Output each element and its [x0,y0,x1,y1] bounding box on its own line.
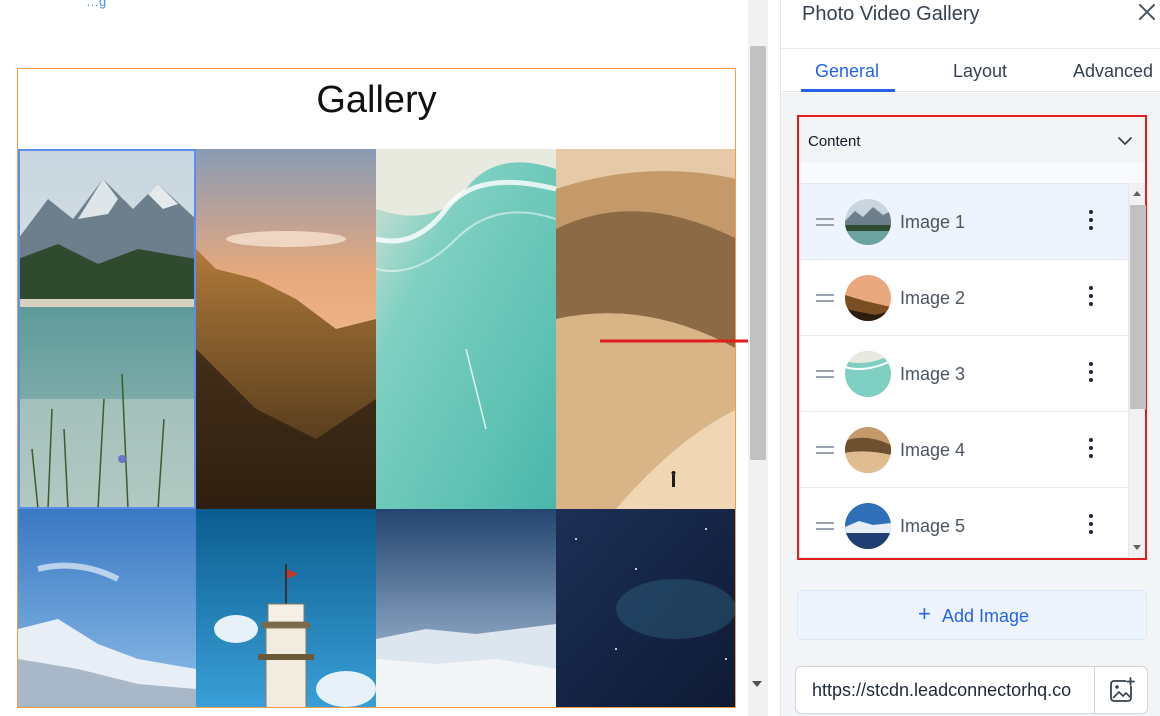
add-image-label: Add Image [942,606,1030,626]
canvas-scroll-thumb[interactable] [750,46,766,460]
tab-general[interactable]: General [815,61,879,82]
drag-handle-icon[interactable] [816,446,834,454]
chevron-down-icon[interactable] [1115,131,1135,151]
image-add-icon [1110,677,1135,702]
list-item[interactable]: Image 2 [800,260,1128,336]
list-scroll-thumb[interactable] [1130,205,1146,409]
panel-title: Photo Video Gallery [802,3,980,25]
gallery-image-arctic-plain[interactable] [376,509,556,707]
drag-handle-icon[interactable] [816,218,834,226]
settings-panel: Photo Video Gallery General Layout Advan… [780,0,1160,716]
content-section-label: Content [808,133,861,150]
drag-handle-icon[interactable] [816,294,834,302]
tab-advanced[interactable]: Advanced [1073,61,1153,82]
image-url-value: https://stcdn.leadconnectorhq.co [812,680,1072,700]
gallery-image-mountain-lake[interactable] [18,149,196,509]
gallery-widget[interactable]: Gallery [17,68,736,708]
panel-gap [768,0,780,716]
drag-handle-icon[interactable] [816,522,834,530]
gallery-image-aerial-beach[interactable] [376,149,556,509]
image-thumbnail [845,427,891,473]
list-item[interactable]: Image 4 [800,412,1128,488]
image-thumbnail [845,351,891,397]
tab-bar: General Layout Advanced [781,48,1160,92]
add-image-button[interactable]: + Add Image [797,590,1147,640]
gallery-image-desert-dunes[interactable] [556,149,735,509]
active-tab-indicator [801,89,895,92]
list-scrollbar[interactable] [1129,183,1146,558]
list-item[interactable]: Image 5 [800,488,1128,557]
media-library-button[interactable] [1094,666,1148,714]
gallery-image-sunset-ridge[interactable] [196,149,376,509]
panel-body: Content Image 1 Image 2 Image 3 Image 4 … [781,93,1160,716]
gallery-image-snowy-mountains[interactable] [18,509,196,707]
content-section: Content Image 1 Image 2 Image 3 Image 4 … [797,115,1147,560]
plus-icon: + [918,601,931,626]
image-label: Image 2 [900,288,966,308]
builder-canvas: …g Gallery [0,0,748,716]
scroll-down-arrow-icon[interactable] [1133,545,1141,550]
drag-handle-icon[interactable] [816,370,834,378]
image-thumbnail [845,199,891,245]
list-item[interactable]: Image 3 [800,336,1128,412]
canvas-scrollbar[interactable] [748,0,768,716]
tab-layout[interactable]: Layout [953,61,1007,82]
more-options-icon[interactable] [1086,286,1096,308]
close-icon[interactable] [1135,0,1159,24]
gallery-image-lighthouse[interactable] [196,509,376,707]
image-label: Image 5 [900,516,966,536]
top-link[interactable]: …g [86,0,106,9]
content-section-header[interactable]: Content [799,117,1145,163]
more-options-icon[interactable] [1086,362,1096,384]
scroll-up-arrow-icon[interactable] [1133,191,1141,196]
more-options-icon[interactable] [1086,438,1096,460]
gallery-image-night-sky[interactable] [556,509,735,707]
gallery-title: Gallery [316,79,437,121]
more-options-icon[interactable] [1086,210,1096,232]
image-url-input[interactable]: https://stcdn.leadconnectorhq.co [795,666,1095,714]
scroll-down-arrow-icon[interactable] [752,681,762,687]
annotation-arrow [600,339,748,343]
image-thumbnail [845,503,891,549]
image-label: Image 4 [900,440,966,460]
app-root: …g Gallery Photo Video Gallery General L… [0,0,1160,716]
image-label: Image 3 [900,364,966,384]
image-label: Image 1 [900,212,966,232]
image-thumbnail [845,275,891,321]
more-options-icon[interactable] [1086,514,1096,536]
image-list: Image 1 Image 2 Image 3 Image 4 Image 5 [799,183,1129,558]
list-item[interactable]: Image 1 [800,184,1128,260]
